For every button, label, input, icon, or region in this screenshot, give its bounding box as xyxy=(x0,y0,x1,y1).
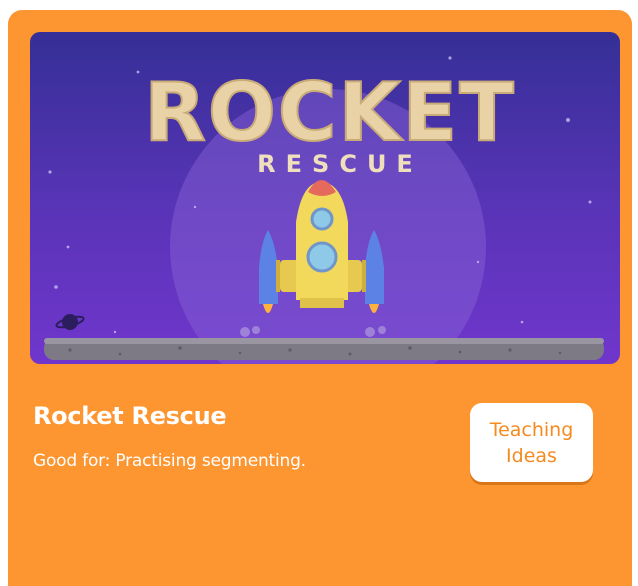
teaching-ideas-label: Teaching Ideas xyxy=(489,418,574,467)
teaching-ideas-button[interactable]: Teaching Ideas xyxy=(470,403,593,482)
thumbnail-logo-subtitle: RESCUE xyxy=(257,150,423,178)
game-title[interactable]: Rocket Rescue xyxy=(33,402,227,430)
game-card: ROCKET RESCUE Rocket Rescue Good for: Pr… xyxy=(8,10,632,586)
game-description: Good for: Practising segmenting. xyxy=(33,451,306,471)
game-thumbnail[interactable]: ROCKET RESCUE xyxy=(30,32,620,364)
thumbnail-logo-title: ROCKET xyxy=(144,66,516,159)
